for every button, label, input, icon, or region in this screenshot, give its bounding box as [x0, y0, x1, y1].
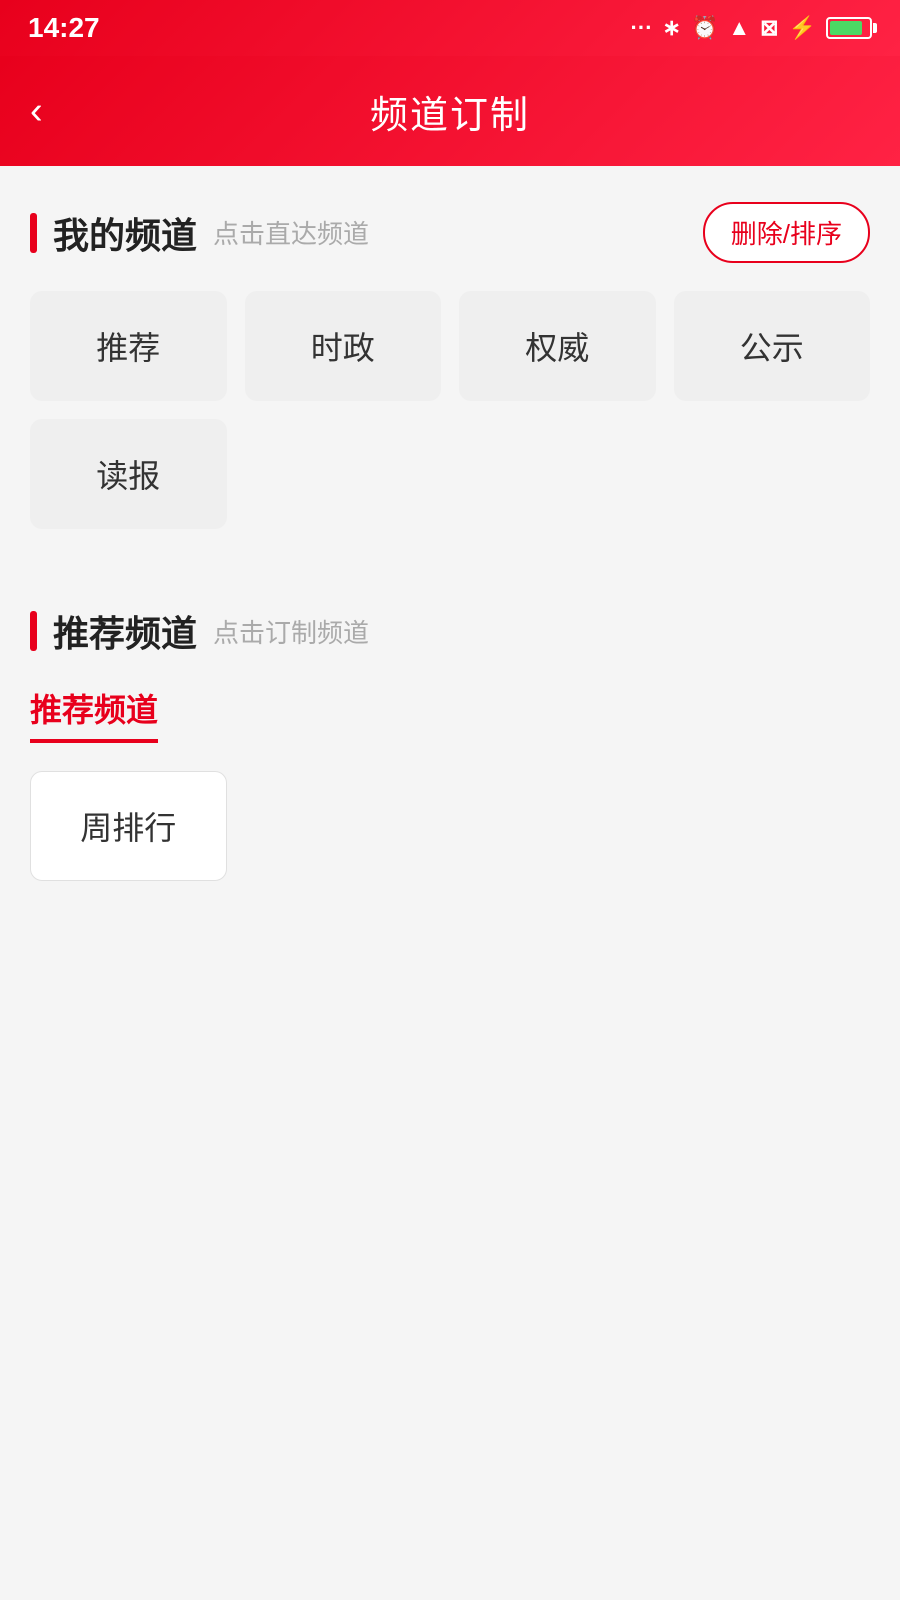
- channel-label-authority: 权威: [525, 323, 589, 369]
- alarm-icon: ⏰: [691, 15, 718, 41]
- status-icons: ··· ∗ ⏰ ▲ ⊠ ⚡: [631, 15, 872, 41]
- rec-channel-item-weekly[interactable]: 周排行: [30, 771, 227, 881]
- section-bar-indicator: [30, 213, 37, 253]
- back-arrow-icon: ‹: [30, 90, 43, 133]
- channel-label-newspaper: 读报: [96, 451, 160, 497]
- my-channels-grid: 推荐 时政 权威 公示 读报: [30, 291, 870, 529]
- channel-label-politics: 时政: [311, 323, 375, 369]
- bluetooth-icon: ∗: [663, 15, 681, 41]
- status-bar: 14:27 ··· ∗ ⏰ ▲ ⊠ ⚡: [0, 0, 900, 56]
- channel-item-recommend[interactable]: 推荐: [30, 291, 227, 401]
- my-channels-subtitle: 点击直达频道: [213, 214, 369, 251]
- time-display: 14:27: [28, 12, 100, 44]
- battery-x-icon: ⊠: [760, 15, 778, 41]
- page-title: 频道订制: [370, 84, 530, 139]
- wifi-icon: ▲: [728, 15, 750, 41]
- recommended-channels-title: 推荐频道: [53, 605, 197, 657]
- recommended-channels-subtitle: 点击订制频道: [213, 613, 369, 650]
- recommended-tab-label: 推荐频道: [30, 685, 158, 731]
- my-channels-title: 我的频道: [53, 207, 197, 259]
- delete-sort-button[interactable]: 删除/排序: [703, 202, 870, 263]
- channel-label-recommend: 推荐: [96, 323, 160, 369]
- recommended-tab[interactable]: 推荐频道: [30, 685, 158, 743]
- battery-icon: [826, 17, 872, 39]
- channel-item-politics[interactable]: 时政: [245, 291, 442, 401]
- main-content: 我的频道 点击直达频道 删除/排序 推荐 时政 权威 公示 读报: [0, 166, 900, 1600]
- recommended-title-group: 推荐频道 点击订制频道: [30, 605, 369, 657]
- signal-icon: ···: [631, 15, 653, 41]
- recommended-bar-indicator: [30, 611, 37, 651]
- recommended-channels-section: 推荐频道 点击订制频道 推荐频道 周排行: [0, 575, 900, 901]
- my-channels-title-group: 我的频道 点击直达频道: [30, 207, 369, 259]
- section-divider: [0, 559, 900, 575]
- my-channels-section: 我的频道 点击直达频道 删除/排序 推荐 时政 权威 公示 读报: [0, 166, 900, 559]
- channel-item-authority[interactable]: 权威: [459, 291, 656, 401]
- my-channels-header: 我的频道 点击直达频道 删除/排序: [30, 202, 870, 263]
- back-button[interactable]: ‹: [30, 90, 43, 133]
- channel-item-newspaper[interactable]: 读报: [30, 419, 227, 529]
- recommended-channels-grid: 周排行: [30, 771, 870, 881]
- rec-channel-label-weekly: 周排行: [80, 803, 176, 849]
- header: ‹ 频道订制: [0, 56, 900, 166]
- charging-icon: ⚡: [789, 15, 816, 41]
- channel-item-notice[interactable]: 公示: [674, 291, 871, 401]
- channel-label-notice: 公示: [740, 323, 804, 369]
- recommended-channels-header: 推荐频道 点击订制频道: [30, 605, 870, 657]
